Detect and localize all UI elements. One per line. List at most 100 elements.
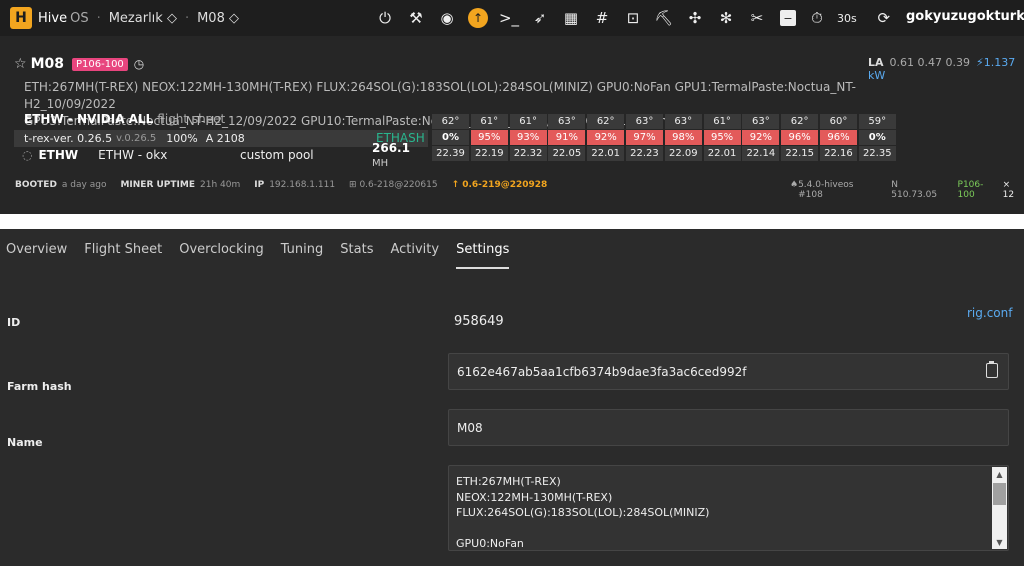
terminal-icon[interactable]: >_ bbox=[496, 5, 522, 31]
hashrate-unit: MH bbox=[372, 158, 389, 169]
gpu-model: P106-100 bbox=[957, 180, 984, 200]
gpu-card[interactable]: 59° 0% 22.35 bbox=[858, 114, 896, 162]
name-input[interactable]: M08 bbox=[448, 409, 1009, 446]
scroll-down-icon[interactable]: ▼ bbox=[992, 535, 1007, 549]
minus-icon[interactable]: − bbox=[780, 10, 796, 26]
dashboard-icon[interactable]: ▦ bbox=[558, 5, 584, 31]
flight-sheet-name[interactable]: ETHW - NVIDIA ALL bbox=[24, 112, 153, 126]
gpu-hashrate: 22.09 bbox=[664, 146, 702, 161]
kernel-version: 5.4.0-hiveos #108 bbox=[798, 180, 854, 200]
gpu-card[interactable]: 62° 96% 22.15 bbox=[781, 114, 819, 162]
refresh-timer: 30s bbox=[837, 11, 857, 25]
gpu-card[interactable]: 63° 92% 22.14 bbox=[742, 114, 780, 162]
gpu-hashrate: 22.32 bbox=[509, 146, 547, 161]
uptime-value: 21h 40m bbox=[200, 180, 241, 190]
id-value: 958649 bbox=[454, 314, 504, 329]
power-icon[interactable]: ⏻ bbox=[372, 5, 398, 31]
network-icon[interactable]: ✣ bbox=[682, 5, 708, 31]
gpu-hashrate: 22.14 bbox=[742, 146, 780, 161]
scroll-thumb[interactable] bbox=[993, 483, 1006, 505]
rocket-icon[interactable]: ➶ bbox=[527, 5, 553, 31]
tools-icon[interactable]: ✂ bbox=[744, 5, 770, 31]
farm-hash-field[interactable]: 6162e467ab5aa1cfb6374b9dae3fa3ac6ced992f bbox=[448, 353, 1009, 390]
gpu-hashrate: 22.35 bbox=[858, 146, 896, 161]
flight-sheet-line: ETHW - NVIDIA ALL flight sheet bbox=[24, 112, 225, 126]
gpu-temp: 59° bbox=[858, 114, 896, 129]
wrench-icon[interactable]: ⚒ bbox=[403, 5, 429, 31]
gpu-card[interactable]: 62° 0% 22.39 bbox=[432, 114, 469, 162]
gpu-card[interactable]: 60° 96% 22.16 bbox=[819, 114, 857, 162]
farm-hash-label: Farm hash bbox=[7, 380, 72, 393]
tab-flight-sheet[interactable]: Flight Sheet bbox=[84, 229, 162, 269]
flight-sheet-label: flight sheet bbox=[157, 112, 226, 126]
tab-settings[interactable]: Settings bbox=[456, 229, 510, 269]
fan-icon[interactable]: ✻ bbox=[713, 5, 739, 31]
logo-text: Hive bbox=[38, 10, 68, 26]
divider-bar bbox=[0, 214, 1024, 229]
la-label: LA bbox=[868, 56, 884, 69]
gpu-temp: 61° bbox=[703, 114, 741, 129]
spinner-icon: ◌ bbox=[22, 148, 33, 162]
gpu-card[interactable]: 63° 91% 22.05 bbox=[548, 114, 586, 162]
gpu-fan: 96% bbox=[819, 130, 857, 145]
description-line: ETH:267MH(T-REX) NEOX:122MH-130MH(T-REX)… bbox=[24, 80, 856, 111]
stopwatch-icon[interactable]: ⏱ bbox=[804, 5, 830, 31]
rig-selector[interactable]: M08 ◇ bbox=[197, 11, 239, 26]
total-hashrate: 266.1 MH bbox=[372, 141, 428, 169]
scroll-up-icon[interactable]: ▲ bbox=[992, 467, 1007, 481]
tab-overview[interactable]: Overview bbox=[6, 229, 67, 269]
hashrate-value: 266.1 bbox=[372, 141, 410, 155]
gpu-fan: 97% bbox=[625, 130, 663, 145]
tab-stats[interactable]: Stats bbox=[340, 229, 373, 269]
gpu-fan: 0% bbox=[432, 130, 469, 145]
description-text: ETH:267MH(T-REX) NEOX:122MH-130MH(T-REX) F… bbox=[456, 474, 709, 550]
name-value: M08 bbox=[457, 421, 483, 435]
globe-icon[interactable]: ◉ bbox=[434, 5, 460, 31]
gpu-card[interactable]: 62° 92% 22.01 bbox=[587, 114, 625, 162]
star-icon[interactable]: ☆ bbox=[14, 56, 27, 72]
linux-icon: ♠ bbox=[790, 180, 799, 190]
refresh-icon[interactable]: ⟳ bbox=[871, 5, 897, 31]
gpu-temp: 63° bbox=[664, 114, 702, 129]
gpu-hashrate: 22.39 bbox=[432, 146, 469, 161]
miner-version: v.0.26.5 bbox=[116, 133, 157, 144]
toolbar-icons: ⏻ ⚒ ◉ ↑ >_ ➶ ▦ # ⊡ ⛏ ✣ ✻ ✂ − ⏱ 30s ⟳ bbox=[372, 0, 902, 36]
clipboard-icon[interactable] bbox=[986, 361, 998, 378]
version-text: 0.6-218@220615 bbox=[359, 180, 438, 190]
hive-logo[interactable]: H Hive OS bbox=[10, 7, 89, 29]
tab-activity[interactable]: Activity bbox=[390, 229, 439, 269]
pickaxe-icon[interactable]: ⛏ bbox=[651, 5, 677, 31]
gpu-card[interactable]: 61° 93% 22.32 bbox=[509, 114, 547, 162]
load-average: LA 0.61 0.47 0.39 ⚡1.137 kW bbox=[868, 56, 1024, 82]
gpu-temp: 60° bbox=[819, 114, 857, 129]
rig-conf-link[interactable]: rig.conf bbox=[967, 306, 1012, 320]
id-label: ID bbox=[7, 316, 21, 329]
rig-header: ☆ M08 P106-100 ◷ bbox=[14, 56, 144, 72]
description-textarea[interactable]: ETH:267MH(T-REX) NEOX:122MH-130MH(T-REX) F… bbox=[448, 465, 1009, 551]
upgrade-icon[interactable]: ↑ bbox=[468, 8, 488, 28]
textarea-scrollbar[interactable]: ▲ ▼ bbox=[992, 467, 1007, 549]
hash-icon[interactable]: # bbox=[589, 5, 615, 31]
la-values: 0.61 0.47 0.39 bbox=[889, 56, 971, 69]
user-name[interactable]: gokyuzugokturk bbox=[906, 9, 1024, 24]
gpu-card[interactable]: 61° 95% 22.01 bbox=[703, 114, 741, 162]
name-label: Name bbox=[7, 436, 43, 449]
booted-label: BOOTED bbox=[15, 180, 57, 190]
shell-icon[interactable]: ⊡ bbox=[620, 5, 646, 31]
pool-name: custom pool bbox=[240, 148, 314, 162]
tab-overclocking[interactable]: Overclocking bbox=[179, 229, 263, 269]
gpu-hashrate: 22.23 bbox=[625, 146, 663, 161]
gpu-card[interactable]: 63° 98% 22.09 bbox=[664, 114, 702, 162]
coin-row: ◌ ETHW ETHW - okx custom pool 266.1 MH bbox=[22, 141, 428, 169]
nvidia-driver: N 510.73.05 bbox=[891, 180, 938, 200]
update-available[interactable]: ↑ 0.6-219@220928 bbox=[452, 180, 548, 190]
ip-value: 192.168.1.111 bbox=[269, 180, 336, 190]
miner-percent: 100% bbox=[166, 132, 198, 145]
gpu-card[interactable]: 61° 95% 22.19 bbox=[470, 114, 508, 162]
tab-tuning[interactable]: Tuning bbox=[281, 229, 324, 269]
farm-selector[interactable]: Mezarlık ◇ bbox=[109, 11, 177, 26]
hive-logo-icon: H bbox=[10, 7, 32, 29]
gpu-card[interactable]: 63° 97% 22.23 bbox=[625, 114, 663, 162]
booted-value: a day ago bbox=[61, 180, 107, 190]
hardware-info: ♠ 5.4.0-hiveos #108 N 510.73.05 P106-100… bbox=[790, 180, 1024, 200]
